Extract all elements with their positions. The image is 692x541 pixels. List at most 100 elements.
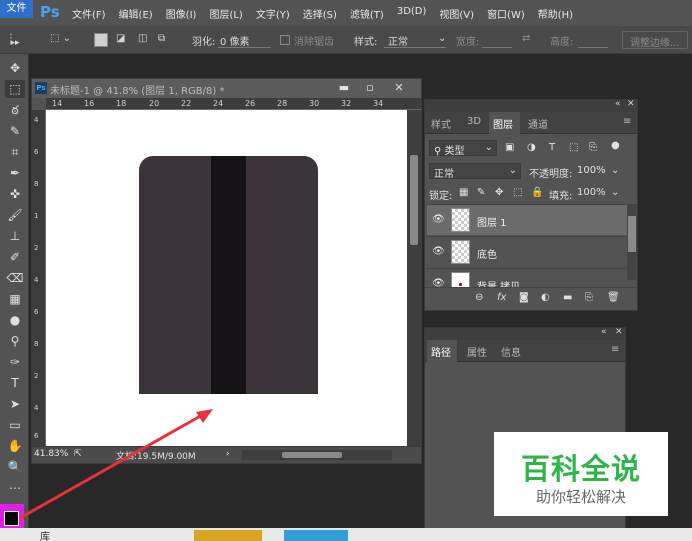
close-panel-icon[interactable]: ✕: [627, 99, 635, 109]
tab-styles[interactable]: 样式: [431, 116, 451, 131]
minimize-icon[interactable]: ▬: [332, 80, 356, 95]
pen-tool-icon[interactable]: ✑: [5, 353, 25, 371]
canvas[interactable]: [46, 110, 407, 446]
width-input[interactable]: [482, 32, 512, 48]
filter-smart-icon[interactable]: ⎘: [589, 142, 597, 153]
menu-type[interactable]: 文字(Y): [256, 6, 290, 21]
chevron-down-icon[interactable]: ⌄: [611, 165, 619, 176]
move-tool-icon[interactable]: ✥: [5, 59, 25, 77]
menu-view[interactable]: 视图(V): [439, 6, 474, 21]
clone-stamp-tool-icon[interactable]: ⊥: [5, 227, 25, 245]
tab-channels[interactable]: 通道: [528, 116, 548, 131]
export-icon[interactable]: ⇱: [74, 449, 82, 459]
layer-kind-filter[interactable]: ⚲ 类型 ⌄: [429, 140, 497, 157]
panel-menu-icon[interactable]: ≡: [611, 344, 619, 355]
close-panel-icon[interactable]: ✕: [615, 327, 623, 337]
quick-select-tool-icon[interactable]: ✎: [5, 122, 25, 140]
zoom-level[interactable]: 41.83%: [34, 449, 68, 459]
restore-icon[interactable]: ▫: [358, 80, 382, 95]
layer-row[interactable]: 👁 底色: [427, 236, 627, 267]
dodge-tool-icon[interactable]: ⚲: [5, 332, 25, 350]
menu-window[interactable]: 窗口(W): [487, 6, 525, 21]
add-selection-icon[interactable]: ◪: [116, 33, 125, 44]
new-group-icon[interactable]: ▬: [563, 292, 572, 303]
intersect-selection-icon[interactable]: ⧉: [158, 33, 165, 44]
link-layers-icon[interactable]: ⊖: [475, 292, 483, 303]
foreground-color[interactable]: [4, 511, 19, 526]
panel-menu-icon[interactable]: ≡: [623, 116, 631, 127]
vertical-scrollbar[interactable]: [407, 110, 421, 446]
eraser-tool-icon[interactable]: ⌫: [5, 269, 25, 287]
blur-tool-icon[interactable]: ●: [5, 311, 25, 329]
chevron-down-icon[interactable]: ⌄: [611, 187, 619, 198]
tab-paths[interactable]: 路径: [431, 344, 451, 359]
new-selection-button[interactable]: [94, 33, 108, 47]
lock-pixels-icon[interactable]: ✎: [477, 187, 485, 198]
height-input[interactable]: [578, 32, 608, 48]
shape-tool-icon[interactable]: ▭: [5, 416, 25, 434]
horizontal-scroll-thumb[interactable]: [282, 452, 342, 458]
swap-icon[interactable]: ⇄: [522, 33, 530, 44]
eye-icon[interactable]: 👁: [432, 214, 445, 225]
layer-row[interactable]: 👁 图层 1: [427, 204, 627, 235]
layers-scroll-thumb[interactable]: [628, 216, 636, 252]
lock-all-icon[interactable]: 🔒: [531, 187, 543, 198]
layer-row[interactable]: 👁 背景 拷贝: [427, 268, 627, 287]
tab-3d[interactable]: 3D: [467, 116, 481, 127]
filter-type-icon[interactable]: T: [549, 142, 555, 153]
blend-mode-select[interactable]: 正常 ⌄: [429, 163, 521, 180]
marquee-tool-icon[interactable]: ⬚: [5, 80, 25, 98]
lock-position-icon[interactable]: ✥: [495, 187, 503, 198]
new-layer-icon[interactable]: ⎘: [585, 292, 593, 303]
horizontal-scrollbar[interactable]: [242, 450, 392, 460]
fx-icon[interactable]: fx: [497, 292, 506, 303]
add-mask-icon[interactable]: ◙: [519, 292, 529, 303]
menu-edit[interactable]: 编辑(E): [119, 6, 153, 21]
fill-value[interactable]: 100%: [577, 187, 606, 198]
vertical-scroll-thumb[interactable]: [410, 155, 418, 245]
refine-edge-button[interactable]: 调整边缘...: [622, 31, 688, 49]
marquee-preset-icon[interactable]: ⬚ ⌄: [50, 33, 71, 44]
filter-pixel-icon[interactable]: ▣: [505, 142, 514, 153]
collapse-panel-icon[interactable]: «: [615, 99, 621, 109]
tab-info[interactable]: 信息: [501, 344, 521, 359]
eye-icon[interactable]: 👁: [432, 278, 445, 287]
lasso-tool-icon[interactable]: ఠ: [5, 101, 25, 119]
collapse-panel-icon[interactable]: «: [601, 327, 607, 337]
menu-select[interactable]: 选择(S): [303, 6, 337, 21]
subtract-selection-icon[interactable]: ◫: [138, 33, 147, 44]
antialias-checkbox[interactable]: [280, 35, 290, 45]
toolbar-collapse-icon[interactable]: ▸▸: [5, 34, 25, 52]
status-menu-arrow[interactable]: ›: [226, 449, 230, 459]
hand-tool-icon[interactable]: ✋: [5, 437, 25, 455]
history-brush-tool-icon[interactable]: ✐: [5, 248, 25, 266]
crop-tool-icon[interactable]: ⌗: [5, 143, 25, 161]
path-select-tool-icon[interactable]: ➤: [5, 395, 25, 413]
close-icon[interactable]: ✕: [387, 80, 411, 95]
layers-scrollbar[interactable]: [627, 204, 637, 280]
eye-icon[interactable]: 👁: [432, 246, 445, 257]
zoom-tool-icon[interactable]: 🔍: [5, 458, 25, 476]
menu-image[interactable]: 图像(I): [166, 6, 197, 21]
menu-3d[interactable]: 3D(D): [397, 6, 427, 21]
filter-shape-icon[interactable]: ⬚: [569, 142, 578, 153]
more-tools-icon[interactable]: ⋯: [5, 479, 25, 497]
menu-help[interactable]: 帮助(H): [538, 6, 573, 21]
document-titlebar[interactable]: Ps 未标题-1 @ 41.8% (图层 1, RGB/8) * ▬ ▫ ✕: [32, 79, 421, 98]
file-tab[interactable]: 文件: [0, 0, 33, 18]
filter-adjust-icon[interactable]: ◑: [527, 142, 536, 153]
gradient-tool-icon[interactable]: ▦: [5, 290, 25, 308]
lock-transparent-icon[interactable]: ▦: [459, 187, 468, 198]
menu-layer[interactable]: 图层(L): [209, 6, 242, 21]
brush-tool-icon[interactable]: 🖌: [5, 206, 25, 224]
delete-layer-icon[interactable]: 🗑: [607, 292, 620, 303]
menu-file[interactable]: 文件(F): [72, 6, 106, 21]
filter-toggle-icon[interactable]: ●: [611, 140, 620, 151]
adjustment-layer-icon[interactable]: ◐: [541, 292, 550, 303]
menu-filter[interactable]: 滤镜(T): [350, 6, 384, 21]
healing-brush-tool-icon[interactable]: ✜: [5, 185, 25, 203]
eyedropper-tool-icon[interactable]: ✒: [5, 164, 25, 182]
tab-properties[interactable]: 属性: [467, 344, 487, 359]
type-tool-icon[interactable]: T: [5, 374, 25, 392]
tab-layers[interactable]: 图层: [493, 116, 513, 131]
